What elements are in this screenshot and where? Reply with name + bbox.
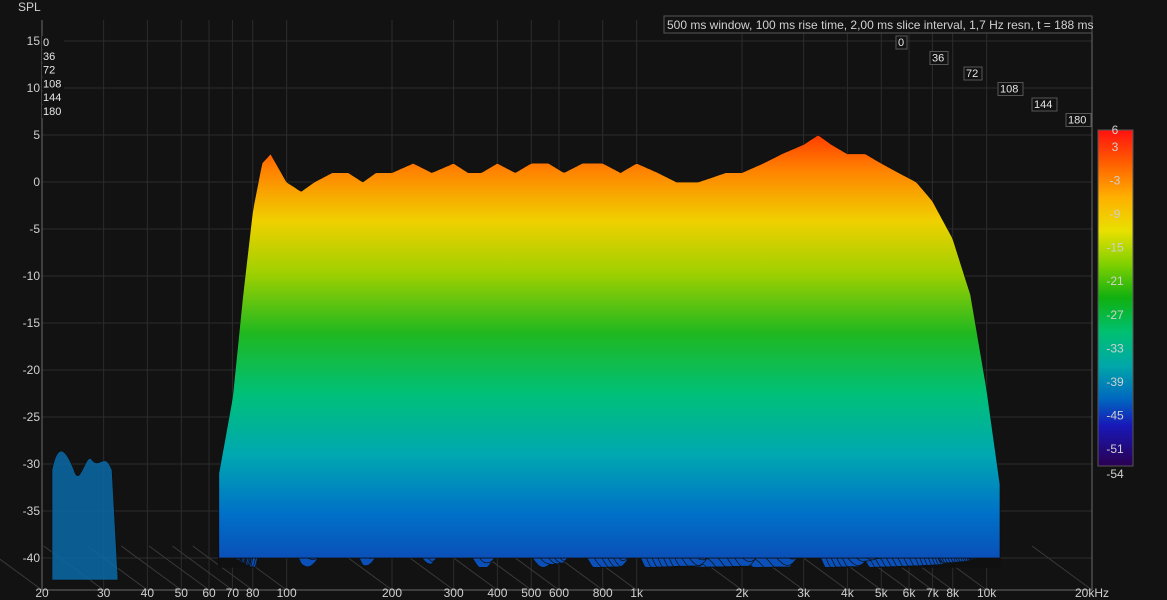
x-tick-label: 30 <box>97 586 111 600</box>
floor-line <box>148 545 210 591</box>
y-tick-label: 15 <box>27 34 41 48</box>
colorbar-tick-label: -9 <box>1110 207 1121 221</box>
x-tick-label: 2k <box>736 586 750 600</box>
waterfall-slice <box>218 134 1001 559</box>
time-tick-label-right: 108 <box>1000 84 1018 96</box>
x-tick-label: 3k <box>797 586 811 600</box>
x-tick-label: 80 <box>246 586 260 600</box>
colorbar-tick-label: -3 <box>1110 173 1121 187</box>
x-tick-label: 60 <box>202 586 216 600</box>
chart-title: 500 ms window, 100 ms rise time, 2,00 ms… <box>667 18 1094 32</box>
colorbar-tick-label: -51 <box>1106 442 1124 456</box>
y-tick-label: -25 <box>23 410 41 424</box>
x-tick-label: 500 <box>521 586 541 600</box>
y-tick-label: -10 <box>23 269 41 283</box>
time-tick-label-right: 0 <box>898 37 904 49</box>
time-tick-label-left: 36 <box>43 51 55 63</box>
colorbar-tick-label: -27 <box>1106 308 1124 322</box>
y-tick-label: 10 <box>27 81 41 95</box>
y-axis-label: SPL <box>18 0 41 14</box>
colorbar-tick-label: -45 <box>1106 409 1124 423</box>
x-tick-label: 800 <box>593 586 613 600</box>
x-tick-label: 4k <box>841 586 855 600</box>
waterfall-chart: SPL 500 ms window, 100 ms rise time, 2,0… <box>0 0 1134 600</box>
y-tick-label: -40 <box>23 551 41 565</box>
x-tick-label: 300 <box>444 586 464 600</box>
x-tick-label: 20kHz <box>1075 586 1109 600</box>
time-tick-label-left: 108 <box>43 78 61 90</box>
colorbar-tick-label: -15 <box>1106 241 1124 255</box>
colorbar-tick-label: -21 <box>1106 274 1124 288</box>
y-tick-label: -30 <box>23 457 41 471</box>
x-axis-ticks: 20 30 40 50 60 70 80 100 200 300 400 500 600 800 1k 2k 3… <box>35 586 1109 600</box>
time-ticks-right: 0 36 72 108 144 180 <box>895 35 1092 127</box>
time-tick-label-right: 72 <box>966 68 978 80</box>
time-tick-label-left: 0 <box>43 37 49 49</box>
waterfall-surface <box>51 134 1001 581</box>
y-tick-label: 0 <box>33 175 40 189</box>
time-tick-label-right: 180 <box>1068 115 1086 127</box>
colorbar-tick-label: -33 <box>1106 341 1124 355</box>
time-tick-label-right: 36 <box>932 53 944 65</box>
floor-line <box>1031 545 1093 591</box>
x-tick-label: 200 <box>382 586 402 600</box>
y-tick-label: -15 <box>23 316 41 330</box>
y-axis-ticks: 15 10 5 0 -5 -10 -15 -20 -25 -30 -35 -40 <box>23 34 41 565</box>
x-tick-label: 50 <box>175 586 189 600</box>
x-tick-label: 400 <box>487 586 507 600</box>
y-tick-label: -20 <box>23 363 41 377</box>
colorbar: 6 3 -3 -9 -15 -21 -27 -33 -39 -45 -51 -54 <box>1097 123 1134 481</box>
y-tick-label: 5 <box>33 128 40 142</box>
x-tick-label: 5k <box>875 586 889 600</box>
colorbar-tick-label: 3 <box>1112 140 1119 154</box>
time-tick-label-left: 72 <box>43 65 55 77</box>
x-tick-label: 6k <box>903 586 917 600</box>
x-tick-label: 20 <box>35 586 49 600</box>
x-tick-label: 10k <box>977 586 997 600</box>
time-ticks-left: 03672108144180 <box>42 36 64 118</box>
floor-line <box>120 545 182 591</box>
time-tick-label-left: 180 <box>43 106 61 118</box>
colorbar-tick-label: -54 <box>1106 467 1124 481</box>
x-tick-label: 7k <box>926 586 940 600</box>
residual-blob <box>51 450 119 581</box>
x-tick-label: 1k <box>630 586 644 600</box>
x-tick-label: 70 <box>226 586 240 600</box>
x-tick-label: 8k <box>946 586 960 600</box>
x-tick-label: 100 <box>277 586 297 600</box>
colorbar-tick-label: -39 <box>1106 375 1124 389</box>
colorbar-tick-label: 6 <box>1112 123 1119 137</box>
x-tick-label: 600 <box>549 586 569 600</box>
y-tick-label: -35 <box>23 504 41 518</box>
time-tick-label-right: 144 <box>1034 99 1052 111</box>
x-tick-label: 40 <box>141 586 155 600</box>
y-tick-label: -5 <box>29 222 40 236</box>
time-tick-label-left: 144 <box>43 92 61 104</box>
